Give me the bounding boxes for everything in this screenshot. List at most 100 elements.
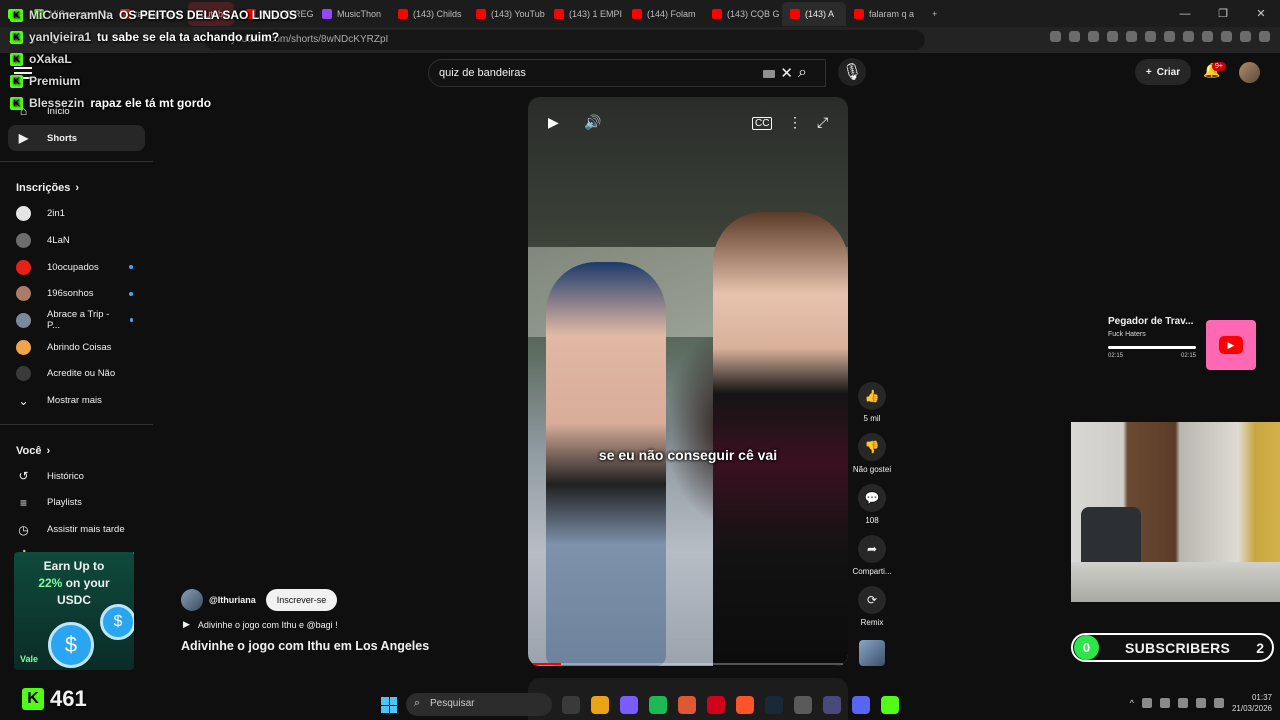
chevron-right-icon: ›: [75, 182, 80, 195]
tray-icon[interactable]: [1159, 698, 1170, 708]
playlist-text: Adivinhe o jogo com Ithu e @bagi !: [197, 619, 338, 630]
new-tab-button[interactable]: +: [924, 2, 945, 26]
playlist-line[interactable]: ▶ Adivinhe o jogo com Ithu e @bagi !: [183, 619, 338, 630]
sidebar-item-playlists[interactable]: ≡ Playlists: [8, 490, 145, 517]
browser-tab[interactable]: (143) A: [782, 1, 846, 26]
extension-icon[interactable]: [1183, 31, 1194, 42]
maximize-icon[interactable]: ❐: [1204, 7, 1242, 20]
clock-date: 21/03/2026: [1231, 704, 1272, 713]
clear-search-icon[interactable]: ✕: [780, 64, 793, 82]
volume-icon[interactable]: 🔊: [584, 114, 601, 131]
search-input[interactable]: quiz de bandeiras: [439, 67, 526, 79]
taskbar-app-icon[interactable]: [591, 696, 609, 714]
sidebar-item-channel[interactable]: Abrindo Coisas: [8, 334, 145, 361]
bluetooth-icon[interactable]: [1177, 698, 1188, 708]
voice-search-button[interactable]: 🎙: [838, 58, 866, 86]
extension-icon[interactable]: [1088, 31, 1099, 42]
browser-tab[interactable]: (143) CQB G: [704, 2, 782, 26]
browser-tab[interactable]: (143) YouTub: [468, 2, 546, 26]
youtube-logo-icon: ▶: [1219, 336, 1243, 354]
sidebar-item-channel[interactable]: 4LaN: [8, 227, 145, 254]
extension-icon[interactable]: [1145, 31, 1156, 42]
clock[interactable]: 01:37 21/03/2026: [1232, 692, 1272, 714]
extension-icon[interactable]: [1126, 31, 1137, 42]
taskbar-app-icon[interactable]: [649, 696, 667, 714]
taskbar-app-icon[interactable]: [736, 696, 754, 714]
windows-start-icon[interactable]: [381, 697, 397, 713]
close-window-icon[interactable]: ✕: [1242, 7, 1280, 20]
taskbar-app-icon[interactable]: [852, 696, 870, 714]
sidebar-item-watch-later[interactable]: ◷ Assistir mais tarde: [8, 516, 145, 543]
create-button[interactable]: + Criar: [1135, 59, 1191, 85]
extension-icon[interactable]: [1107, 31, 1118, 42]
comments-button[interactable]: 💬 108: [852, 484, 892, 525]
tray-chevron-icon[interactable]: ^: [1130, 698, 1134, 708]
like-button[interactable]: 👍 5 mil: [852, 382, 892, 423]
video-progress-bar[interactable]: [533, 663, 843, 665]
speaker-icon[interactable]: [1213, 698, 1224, 708]
browser-tab[interactable]: (144) Folam: [624, 2, 704, 26]
fullscreen-icon[interactable]: ⤢: [817, 114, 828, 131]
subscriber-count: 0: [1074, 635, 1099, 660]
browser-tab[interactable]: (143) Childs: [390, 2, 468, 26]
shorts-video[interactable]: [528, 97, 848, 666]
usdc-coin-icon: $: [48, 622, 94, 668]
sound-thumbnail[interactable]: [859, 640, 885, 666]
tray-icon[interactable]: [1141, 698, 1152, 708]
search-icon: ⌕: [414, 697, 421, 709]
extension-icon[interactable]: [1221, 31, 1232, 42]
sidebar-item-channel[interactable]: ⌄ Mostrar mais: [8, 387, 145, 414]
subscriptions-header[interactable]: Inscrições ›: [0, 172, 153, 200]
playlists-icon: ≡: [19, 495, 27, 510]
browser-tab[interactable]: (143) 1 EMPI: [546, 2, 624, 26]
extension-icon[interactable]: [1240, 31, 1251, 42]
taskbar-app-icon[interactable]: [562, 696, 580, 714]
taskbar-app-icon[interactable]: [881, 696, 899, 714]
subscribe-button[interactable]: Inscrever-se: [265, 589, 338, 611]
sidebar-item-history[interactable]: ↺ Histórico: [8, 463, 145, 490]
tab-label: MusicThon: [337, 8, 382, 19]
browser-tab[interactable]: falaram q a: [846, 2, 924, 26]
play-icon[interactable]: ▶: [548, 114, 559, 131]
plus-icon: +: [1145, 66, 1152, 78]
taskbar-app-icon[interactable]: [678, 696, 696, 714]
channel-name[interactable]: @Ithuriana: [209, 595, 256, 605]
sidebar-item-channel[interactable]: Abrace a Trip - P...: [8, 307, 145, 334]
taskbar-search[interactable]: ⌕ Pesquisar: [406, 693, 552, 716]
more-options-icon[interactable]: ⋮: [788, 114, 802, 131]
taskbar-app-icon[interactable]: [707, 696, 725, 714]
taskbar-app-icon[interactable]: [794, 696, 812, 714]
remix-button[interactable]: ⟳ Remix: [852, 586, 892, 627]
new-content-dot: [129, 291, 133, 296]
extension-icon[interactable]: [1259, 31, 1270, 42]
progress-fill: [533, 663, 561, 665]
channel-avatar[interactable]: [181, 589, 203, 611]
sidebar-item-channel[interactable]: Acredite ou Não: [8, 361, 145, 388]
you-header-label: Você: [16, 444, 42, 457]
sidebar-item-label: 4LaN: [47, 234, 70, 246]
dislike-button[interactable]: 👎 Não gostei: [852, 433, 892, 474]
sidebar-item-channel[interactable]: 2in1: [8, 200, 145, 227]
you-header[interactable]: Você ›: [0, 435, 153, 463]
extension-icon[interactable]: [1069, 31, 1080, 42]
taskbar-app-icon[interactable]: [620, 696, 638, 714]
sidebar-item-channel[interactable]: 10ocupados: [8, 254, 145, 281]
tab-favicon-icon: [554, 8, 564, 19]
tab-favicon-icon: [854, 8, 864, 19]
search-icon[interactable]: ⌕: [798, 64, 807, 82]
now-playing-elapsed: 02:15: [1108, 353, 1124, 359]
taskbar-app-icon[interactable]: [765, 696, 783, 714]
keyboard-icon[interactable]: [763, 70, 775, 78]
extension-icon[interactable]: [1164, 31, 1175, 42]
taskbar-app-icon[interactable]: [823, 696, 841, 714]
account-avatar[interactable]: [1239, 62, 1260, 83]
share-button[interactable]: ➦ Comparti...: [852, 535, 892, 576]
extension-icon[interactable]: [1050, 31, 1061, 42]
search-box[interactable]: quiz de bandeiras ✕: [428, 59, 826, 87]
captions-icon[interactable]: CC: [752, 117, 773, 130]
sidebar-item-shorts[interactable]: ▶ Shorts: [8, 124, 145, 152]
minimize-icon[interactable]: —: [1166, 8, 1204, 20]
sidebar-item-channel[interactable]: 196sonhos: [8, 280, 145, 307]
wifi-icon[interactable]: [1195, 698, 1206, 708]
extension-icon[interactable]: [1202, 31, 1213, 42]
